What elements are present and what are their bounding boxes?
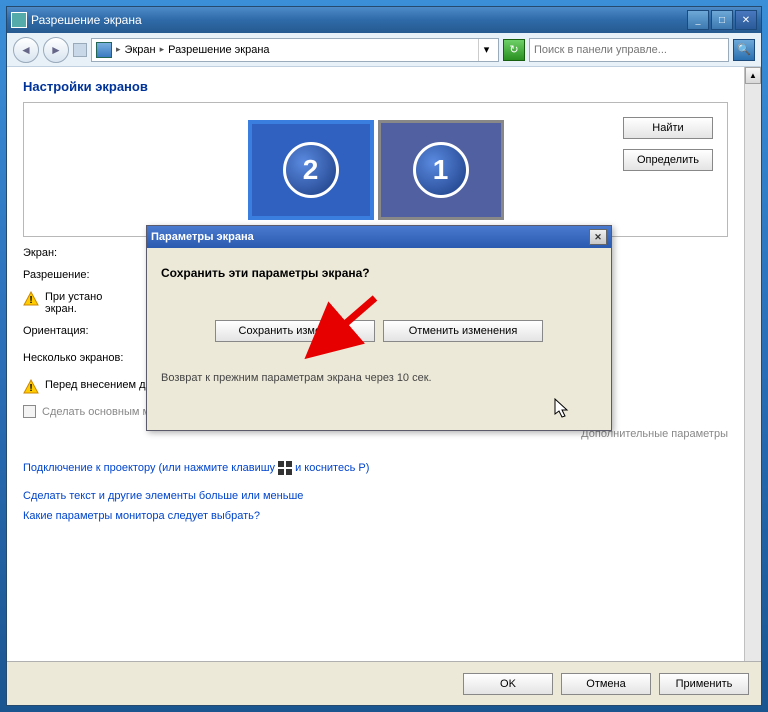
text-size-link[interactable]: Сделать текст и другие элементы больше и… <box>23 490 728 502</box>
windows-key-icon <box>277 460 293 476</box>
search-box[interactable] <box>529 38 729 62</box>
scroll-up-button[interactable]: ▲ <box>745 67 761 84</box>
svg-text:!: ! <box>29 383 32 394</box>
breadcrumb-item[interactable]: Разрешение экрана <box>168 44 269 56</box>
titlebar: Разрешение экрана _ □ ✕ <box>7 7 761 33</box>
ok-button[interactable]: OK <box>463 673 553 695</box>
dialog-close-button[interactable]: ✕ <box>589 229 607 245</box>
maximize-button[interactable]: □ <box>711 10 733 30</box>
which-params-link[interactable]: Какие параметры монитора следует выбрать… <box>23 510 728 522</box>
window-title: Разрешение экрана <box>31 13 685 27</box>
monitor-2[interactable]: 2 <box>248 120 374 220</box>
search-input[interactable] <box>534 44 724 56</box>
search-button[interactable]: 🔍 <box>733 39 755 61</box>
confirm-dialog: Параметры экрана ✕ Сохранить эти парамет… <box>146 225 612 431</box>
scroll-track[interactable] <box>745 84 761 688</box>
folder-icon <box>96 42 112 58</box>
minimize-button[interactable]: _ <box>687 10 709 30</box>
refresh-button[interactable]: ↻ <box>503 39 525 61</box>
warning-text: экран. <box>45 303 77 315</box>
multiple-screens-label: Несколько экранов: <box>23 352 163 364</box>
main-monitor-checkbox[interactable] <box>23 405 36 418</box>
warning-icon: ! <box>23 291 39 307</box>
save-changes-button[interactable]: Сохранить изменения <box>215 320 375 342</box>
monitor-1-badge: 1 <box>413 142 469 198</box>
breadcrumb-separator: ▸ <box>116 44 121 55</box>
window-icon <box>11 12 27 28</box>
dialog-question: Сохранить эти параметры экрана? <box>161 266 597 280</box>
page-heading: Настройки экранов <box>23 79 728 94</box>
back-button[interactable]: ◄ <box>13 37 39 63</box>
screen-label: Экран: <box>23 247 163 259</box>
address-bar[interactable]: ▸ Экран ▸ Разрешение экрана ▾ <box>91 38 499 62</box>
monitor-1[interactable]: 1 <box>378 120 504 220</box>
find-button[interactable]: Найти <box>623 117 713 139</box>
monitor-preview-area: 2 1 Найти Определить <box>23 102 728 237</box>
address-dropdown[interactable]: ▾ <box>478 39 494 61</box>
dialog-title: Параметры экрана <box>151 231 589 243</box>
revert-changes-button[interactable]: Отменить изменения <box>383 320 543 342</box>
dialog-titlebar: Параметры экрана ✕ <box>147 226 611 248</box>
countdown-text: Возврат к прежним параметрам экрана чере… <box>161 372 597 384</box>
svg-text:!: ! <box>29 295 32 306</box>
forward-button[interactable]: ► <box>43 37 69 63</box>
navigation-bar: ◄ ► ▸ Экран ▸ Разрешение экрана ▾ ↻ 🔍 <box>7 33 761 67</box>
warning-icon: ! <box>23 379 39 395</box>
cancel-button[interactable]: Отмена <box>561 673 651 695</box>
orientation-label: Ориентация: <box>23 325 163 337</box>
breadcrumb-item[interactable]: Экран <box>125 44 156 56</box>
vertical-scrollbar[interactable]: ▲ ▼ <box>744 67 761 705</box>
close-button[interactable]: ✕ <box>735 10 757 30</box>
history-dropdown[interactable] <box>73 43 87 57</box>
apply-button[interactable]: Применить <box>659 673 749 695</box>
warning-text: При устано <box>45 291 102 303</box>
monitor-2-badge: 2 <box>283 142 339 198</box>
detect-button[interactable]: Определить <box>623 149 713 171</box>
resolution-label: Разрешение: <box>23 269 163 281</box>
projector-link[interactable]: Подключение к проектору (или нажмите кла… <box>23 462 275 474</box>
dialog-button-bar: OK Отмена Применить <box>7 661 761 705</box>
projector-link-suffix[interactable]: и коснитесь P) <box>295 462 369 474</box>
breadcrumb-separator: ▸ <box>160 44 165 55</box>
